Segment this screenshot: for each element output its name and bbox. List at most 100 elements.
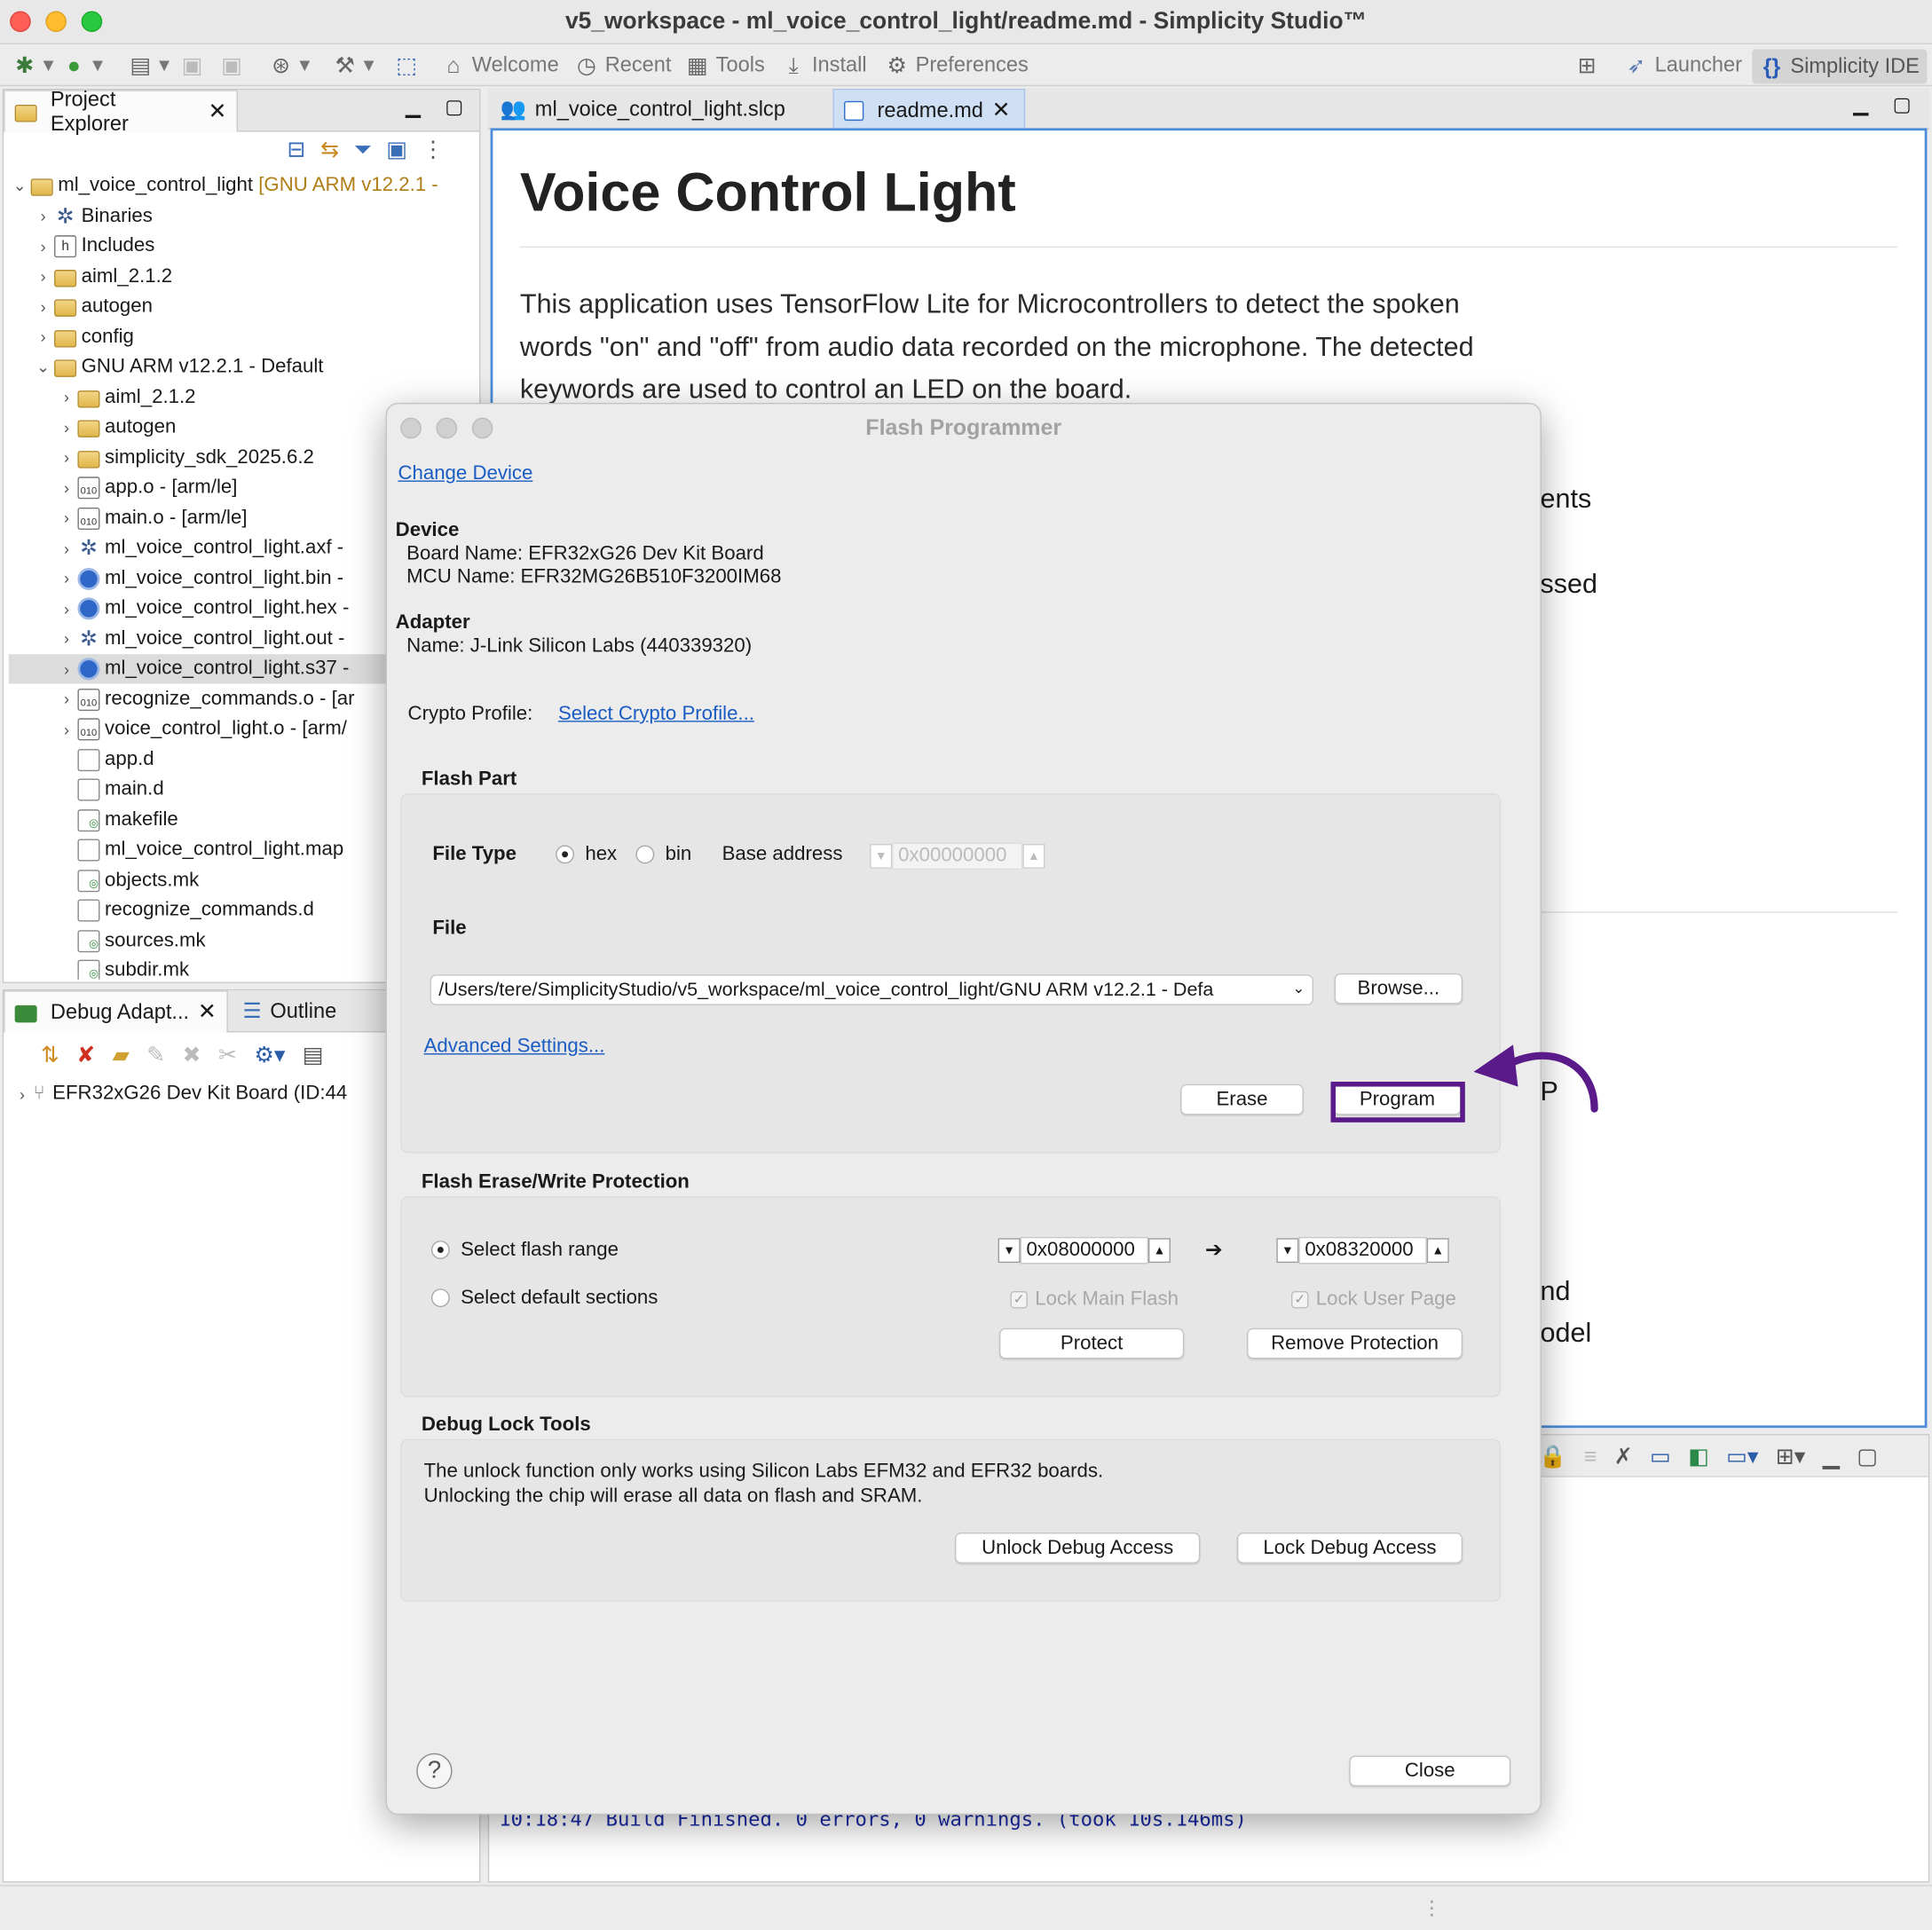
save-all-icon[interactable]: ▣ xyxy=(219,51,244,79)
lock-debug-access-button[interactable]: Lock Debug Access xyxy=(1236,1532,1463,1564)
tree-item[interactable]: › aiml_2.1.2 xyxy=(55,382,196,412)
disconnect-icon[interactable]: ✘ xyxy=(76,1043,95,1068)
range-start-spinner[interactable]: ▼ 0x08000000 ▲ xyxy=(998,1236,1171,1264)
file-path-combo[interactable]: /Users/tere/SimplicityStudio/v5_workspac… xyxy=(430,974,1314,1005)
tools-button[interactable]: ▦ Tools xyxy=(685,51,765,79)
collapse-all-icon[interactable]: ⊟ xyxy=(287,137,305,162)
chevron-icon[interactable]: › xyxy=(55,690,77,709)
new-folder-icon[interactable]: ▰ xyxy=(113,1043,130,1068)
chevron-icon[interactable]: › xyxy=(55,539,77,557)
minimize-icon[interactable]: ▁ xyxy=(1853,92,1868,117)
close-icon[interactable]: ✕ xyxy=(198,999,217,1025)
chevron-icon[interactable]: › xyxy=(55,659,77,678)
install-button[interactable]: ⤓ Install xyxy=(781,51,867,79)
tree-item[interactable]: › 010 voice_control_light.o - [arm/ xyxy=(55,714,347,744)
advanced-settings-link[interactable]: Advanced Settings... xyxy=(424,1036,605,1059)
decrement-icon[interactable]: ▼ xyxy=(870,844,893,869)
clear-icon[interactable]: ≡ xyxy=(1584,1444,1597,1469)
tree-item[interactable]: › ✲ ml_voice_control_light.axf - xyxy=(55,533,343,563)
close-icon[interactable]: ✕ xyxy=(209,98,227,124)
bin-radio-button[interactable] xyxy=(635,845,655,864)
table-icon[interactable]: ▤ xyxy=(303,1043,324,1068)
open-perspective-icon[interactable]: ⊞ xyxy=(1574,51,1599,79)
lock-main-flash-checkbox[interactable]: ✓ Lock Main Flash xyxy=(1010,1288,1179,1311)
base-address-field[interactable]: 0x00000000 xyxy=(892,842,1023,870)
close-button[interactable]: Close xyxy=(1349,1755,1511,1787)
tree-item[interactable]: ◎ sources.mk xyxy=(55,926,206,955)
default-sections-radio-button[interactable] xyxy=(430,1288,450,1308)
increment-icon[interactable]: ▲ xyxy=(1022,844,1045,869)
tree-item[interactable]: ◎ makefile xyxy=(55,805,178,834)
tree-item[interactable]: › config xyxy=(32,322,134,351)
help-icon[interactable]: ? xyxy=(416,1753,453,1789)
tree-item[interactable]: main.d xyxy=(55,775,164,804)
flash-tool-icon[interactable]: ⬚ xyxy=(394,51,419,79)
save-icon[interactable]: ▣ xyxy=(180,51,205,79)
chevron-icon[interactable]: › xyxy=(32,237,54,256)
display-icon[interactable]: ◧ xyxy=(1688,1444,1709,1469)
new-console-icon[interactable]: ⊞▾ xyxy=(1776,1444,1805,1469)
chevron-icon[interactable]: › xyxy=(32,327,54,346)
tree-item[interactable]: › ml_voice_control_light.bin - xyxy=(55,563,343,593)
decrement-icon[interactable]: ▼ xyxy=(998,1238,1021,1264)
bin-radio[interactable]: bin xyxy=(635,844,691,866)
tab-slcp[interactable]: 👥 ml_voice_control_light.slcp xyxy=(491,89,826,130)
chevron-icon[interactable]: › xyxy=(32,297,54,316)
debug-device-row[interactable]: › ⑂ EFR32xG26 Dev Kit Board (ID:44 xyxy=(11,1079,347,1108)
hex-radio[interactable]: hex xyxy=(556,844,617,866)
debug-icon[interactable]: ✱ ▾ xyxy=(12,51,54,79)
tree-item[interactable]: recognize_commands.d xyxy=(55,895,314,925)
maximize-icon[interactable]: ▢ xyxy=(1857,1444,1878,1469)
tools-icon[interactable]: ✂ xyxy=(218,1043,237,1068)
close-icon[interactable]: ✕ xyxy=(992,98,1011,123)
tree-item[interactable]: › autogen xyxy=(55,413,176,442)
chevron-icon[interactable]: › xyxy=(55,388,77,406)
chevron-icon[interactable]: › xyxy=(55,599,77,618)
tree-item[interactable]: app.d xyxy=(55,744,154,774)
link-editor-icon[interactable]: ⇆ xyxy=(320,137,339,162)
increment-icon[interactable]: ▲ xyxy=(1147,1238,1171,1264)
chevron-icon[interactable]: › xyxy=(55,418,77,437)
tree-item[interactable]: › 010 main.o - [arm/le] xyxy=(55,503,248,532)
config-gear-icon[interactable]: ⚙▾ xyxy=(254,1043,285,1068)
remove-icon[interactable]: ✗ xyxy=(1614,1444,1633,1469)
chevron-icon[interactable]: › xyxy=(55,721,77,739)
tree-item[interactable]: › ✲ ml_voice_control_light.out - xyxy=(55,624,344,653)
chevron-icon[interactable]: › xyxy=(55,569,77,587)
tree-item[interactable]: › 010 app.o - [arm/le] xyxy=(55,473,237,502)
tab-outline[interactable]: ☰ Outline xyxy=(233,990,346,1032)
minimize-icon[interactable]: ▁ xyxy=(406,95,421,120)
pin-icon[interactable]: ▭ xyxy=(1650,1444,1671,1469)
edit-icon[interactable]: ✎ xyxy=(146,1043,165,1068)
filter-icon[interactable]: ⏷ xyxy=(354,137,372,162)
chevron-icon[interactable]: › xyxy=(55,478,77,497)
tree-item[interactable]: ml_voice_control_light.map xyxy=(55,835,343,864)
decrement-icon[interactable]: ▼ xyxy=(1276,1238,1299,1264)
refresh-icon[interactable]: ⇅ xyxy=(41,1043,59,1068)
launcher-button[interactable]: ➶ Launcher xyxy=(1624,51,1742,79)
maximize-icon[interactable]: ▢ xyxy=(445,95,463,120)
range-end-spinner[interactable]: ▼ 0x08320000 ▲ xyxy=(1276,1236,1449,1264)
tree-root[interactable]: ⌄ ml_voice_control_light [GNU ARM v12.2.… xyxy=(9,171,438,201)
drag-handle-icon[interactable]: ⋮ xyxy=(1422,1896,1441,1921)
tree-item[interactable]: › aiml_2.1.2 xyxy=(32,262,172,291)
recent-button[interactable]: ◷ Recent xyxy=(574,51,672,79)
delete-icon[interactable]: ✖ xyxy=(183,1043,201,1068)
tree-item[interactable]: › simplicity_sdk_2025.6.2 xyxy=(55,443,314,472)
tree-item[interactable]: › 010 recognize_commands.o - [ar xyxy=(55,684,355,713)
chevron-icon[interactable]: › xyxy=(55,508,77,527)
chevron-icon[interactable]: › xyxy=(55,448,77,467)
tab-project-explorer[interactable]: Project Explorer ✕ xyxy=(4,87,238,135)
range-end-field[interactable]: 0x08320000 xyxy=(1298,1236,1427,1264)
browse-button[interactable]: Browse... xyxy=(1334,973,1463,1004)
select-flash-range-radio[interactable]: Select flash range xyxy=(430,1240,619,1262)
tree-item[interactable]: ◎ objects.mk xyxy=(55,865,199,894)
protect-button[interactable]: Protect xyxy=(998,1327,1185,1359)
run-icon[interactable]: ● ▾ xyxy=(61,51,103,79)
si-icon[interactable]: ▣ xyxy=(386,137,407,162)
select-default-sections-radio[interactable]: Select default sections xyxy=(430,1288,658,1310)
change-device-link[interactable]: Change Device xyxy=(398,463,532,485)
range-start-field[interactable]: 0x08000000 xyxy=(1020,1236,1148,1264)
more-icon[interactable]: ⋮ xyxy=(422,137,445,162)
tab-debug-adapters[interactable]: Debug Adapt... ✕ xyxy=(4,990,228,1033)
